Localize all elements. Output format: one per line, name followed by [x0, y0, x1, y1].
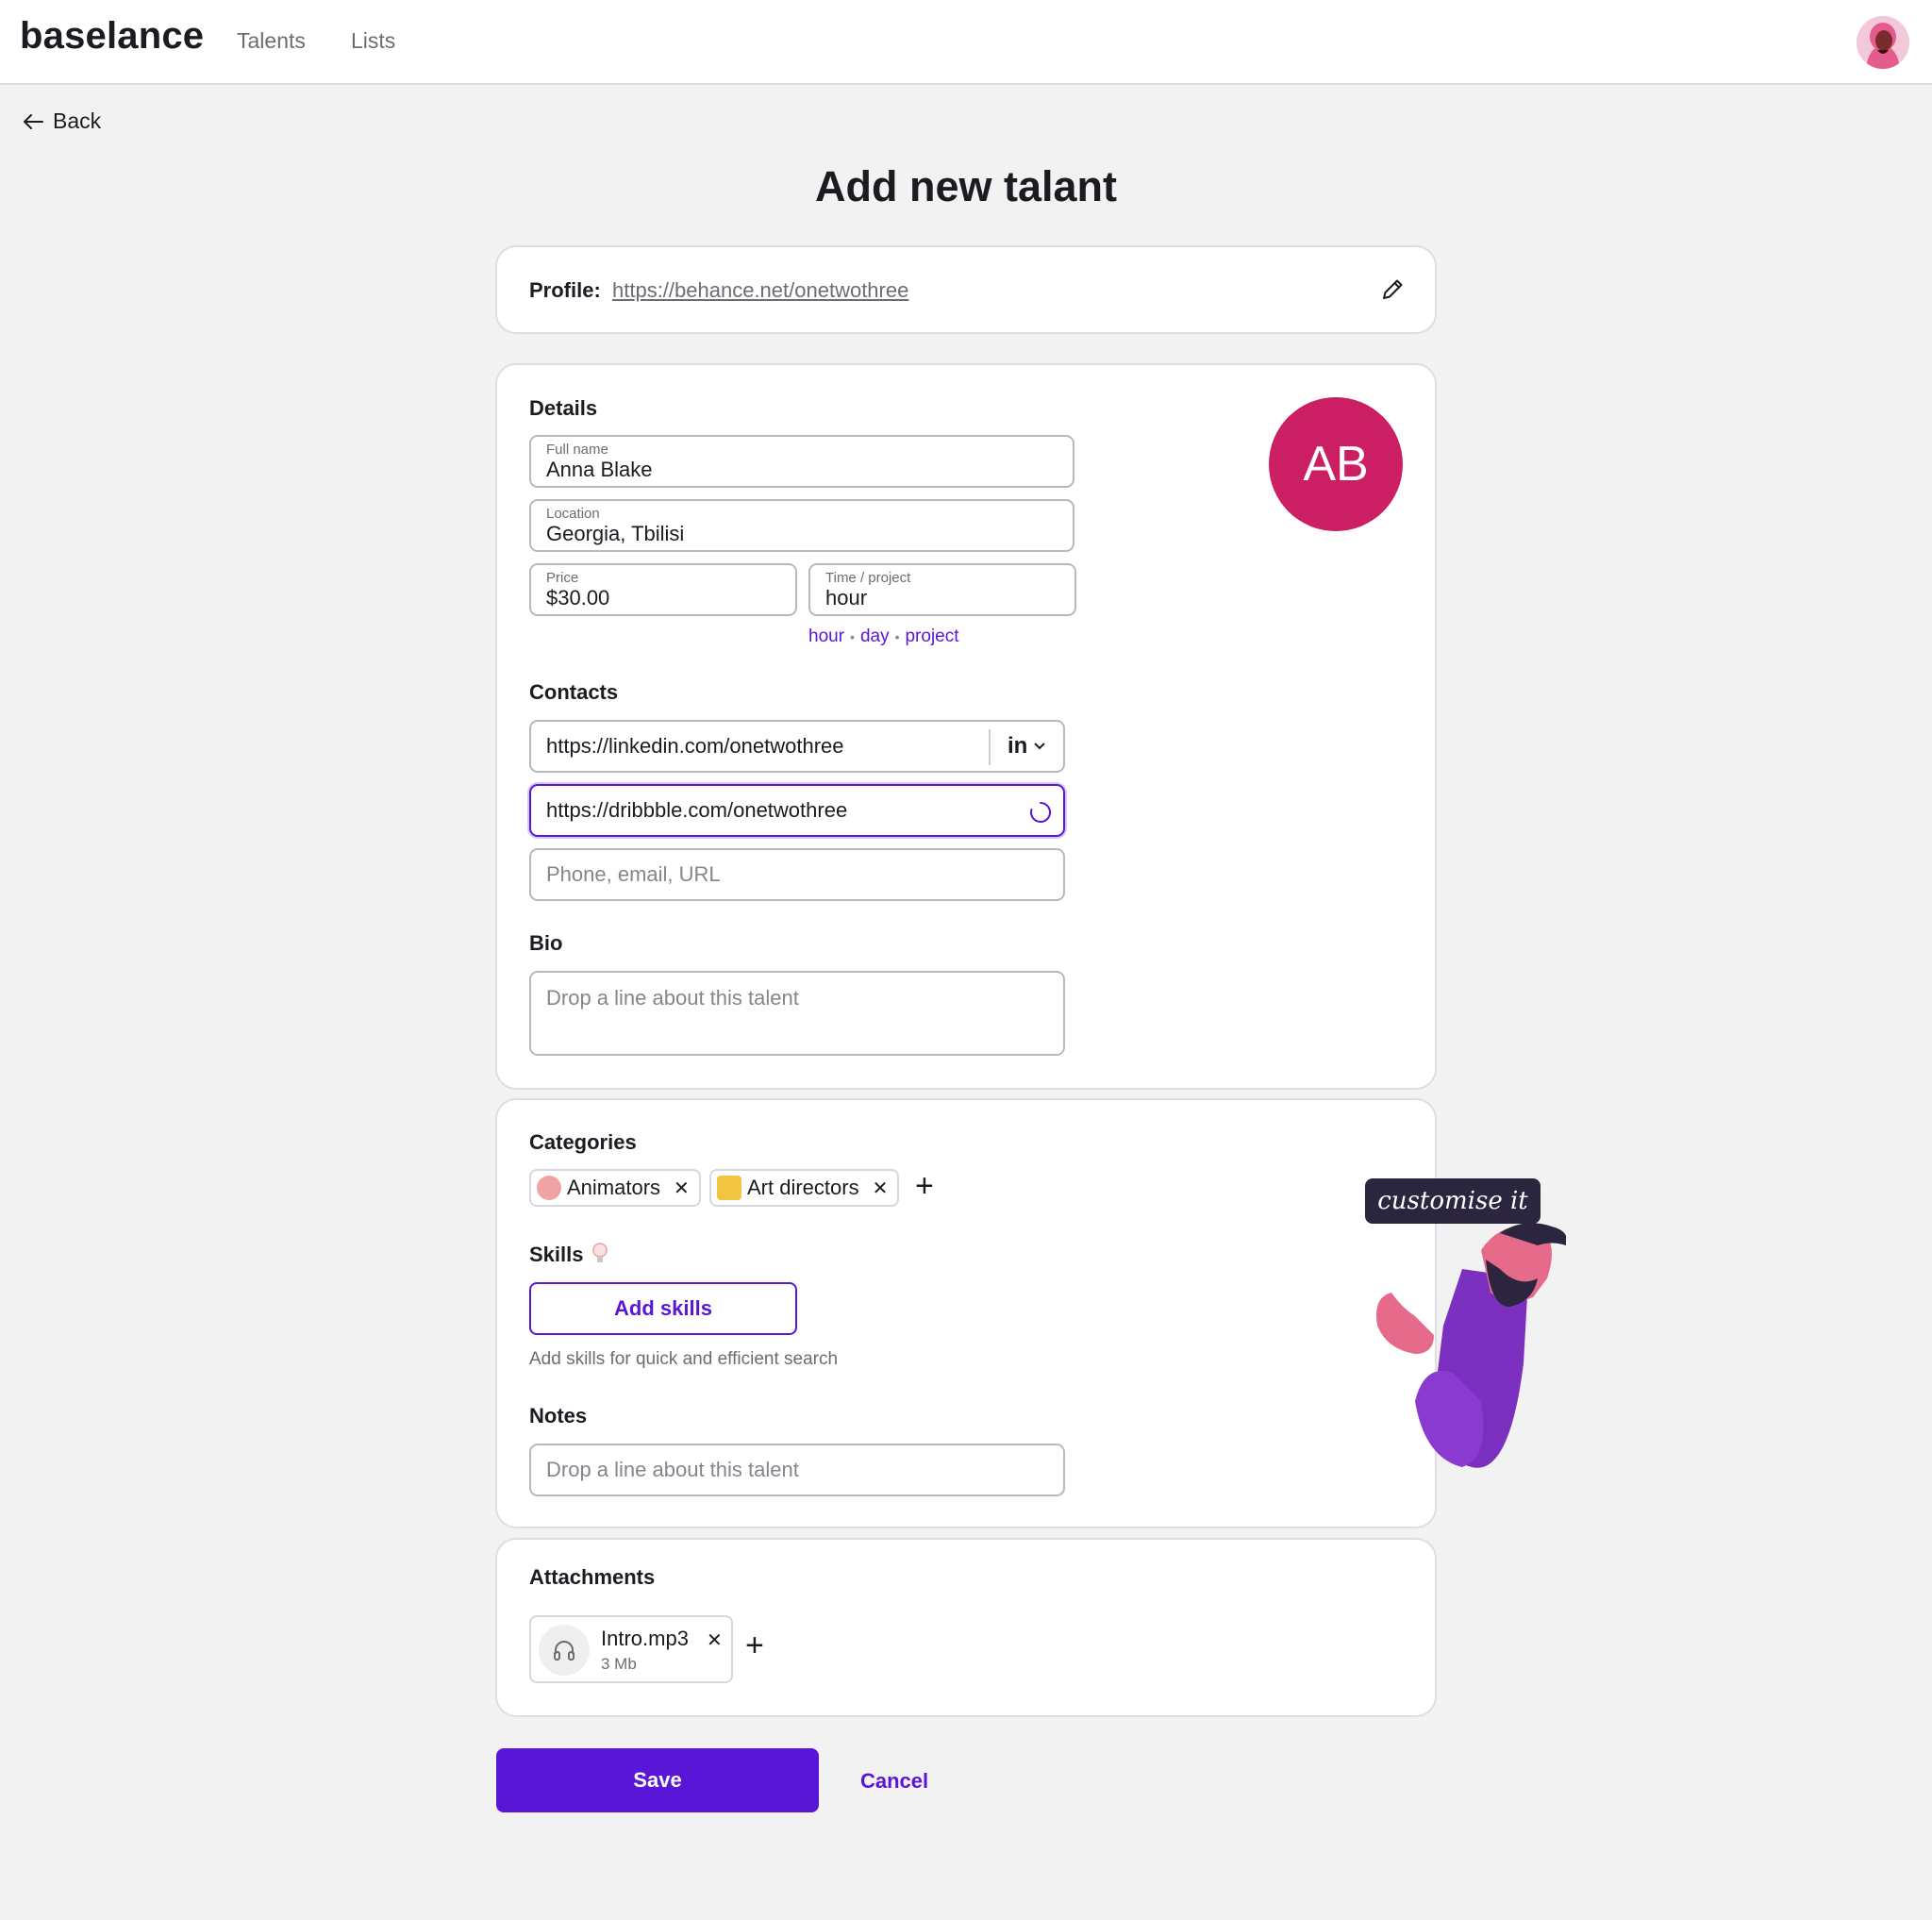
- time-option-hour[interactable]: hour: [808, 626, 844, 647]
- bio-textarea[interactable]: Drop a line about this talent: [529, 971, 1065, 1056]
- full-name-value: Anna Blake: [546, 458, 653, 481]
- notes-placeholder: Drop a line about this talent: [546, 1458, 799, 1481]
- chevron-down-icon: [1034, 743, 1046, 750]
- contact-field-dribbble[interactable]: https://dribbble.com/onetwothree: [529, 784, 1065, 837]
- contact-field-linkedin[interactable]: https://linkedin.com/onetwothree in: [529, 720, 1065, 773]
- details-title: Details: [529, 396, 598, 420]
- loading-spinner-icon: [1030, 801, 1052, 823]
- time-project-value: hour: [825, 586, 868, 609]
- attachment-item[interactable]: Intro.mp3 3 Mb ✕: [529, 1615, 733, 1683]
- contact-type-dropdown[interactable]: in: [1008, 722, 1046, 771]
- new-contact-placeholder: Phone, email, URL: [546, 862, 721, 886]
- speech-bubble: customise it: [1365, 1178, 1541, 1224]
- new-contact-input[interactable]: Phone, email, URL: [529, 848, 1065, 901]
- time-option-project[interactable]: project: [905, 626, 958, 647]
- bio-title: Bio: [529, 931, 563, 955]
- save-button[interactable]: Save: [496, 1748, 819, 1812]
- price-value: $30.00: [546, 586, 610, 609]
- time-project-field[interactable]: Time / project hour: [808, 563, 1076, 616]
- add-skills-button[interactable]: Add skills: [529, 1282, 797, 1335]
- notes-title: Notes: [529, 1404, 588, 1427]
- close-icon[interactable]: ✕: [873, 1177, 889, 1200]
- close-icon[interactable]: ✕: [707, 1628, 723, 1652]
- separator-dot: •: [894, 629, 900, 644]
- profile-label: Profile:: [529, 278, 601, 302]
- linkedin-icon: in: [1008, 733, 1028, 759]
- contacts-title: Contacts: [529, 680, 619, 704]
- contact-value-dribbble: https://dribbble.com/onetwothree: [546, 798, 848, 822]
- attachment-name: Intro.mp3: [601, 1627, 689, 1650]
- category-chip[interactable]: Art directors ✕: [709, 1169, 900, 1207]
- attachments-title: Attachments: [529, 1565, 656, 1589]
- category-chip-label: Animators: [567, 1176, 661, 1199]
- full-name-field[interactable]: Full name Anna Blake: [529, 435, 1074, 488]
- crown-emoji-icon: [717, 1176, 741, 1200]
- add-category-plus-icon[interactable]: +: [915, 1170, 934, 1202]
- back-label: Back: [53, 109, 102, 133]
- fist-emoji-icon: [537, 1176, 561, 1200]
- add-attachment-plus-icon[interactable]: +: [745, 1629, 764, 1661]
- location-value: Georgia, Tbilisi: [546, 522, 685, 545]
- profile-link[interactable]: https://behance.net/onetwothree: [612, 278, 908, 303]
- time-project-label: Time / project: [825, 570, 911, 586]
- arrow-left-icon: [24, 113, 43, 129]
- cancel-button[interactable]: Cancel: [860, 1769, 928, 1794]
- category-chip[interactable]: Animators ✕: [529, 1169, 701, 1207]
- divider: [989, 729, 991, 765]
- skills-hint: Add skills for quick and efficient searc…: [529, 1349, 839, 1369]
- skills-title: Skills: [529, 1243, 584, 1266]
- headphones-icon: [539, 1625, 590, 1676]
- profile-card: Profile: https://behance.net/onetwothree: [495, 245, 1437, 334]
- bio-placeholder: Drop a line about this talent: [546, 986, 799, 1010]
- nav-link-talents[interactable]: Talents: [237, 28, 306, 54]
- location-label: Location: [546, 506, 600, 522]
- categories-card: Categories Animators ✕ Art directors ✕ +…: [495, 1098, 1437, 1528]
- lightbulb-icon: [592, 1243, 608, 1262]
- user-avatar[interactable]: [1857, 16, 1909, 69]
- category-chip-label: Art directors: [747, 1176, 859, 1199]
- close-icon[interactable]: ✕: [674, 1177, 690, 1200]
- talent-avatar[interactable]: AB: [1269, 397, 1403, 531]
- full-name-label: Full name: [546, 442, 608, 458]
- location-field[interactable]: Location Georgia, Tbilisi: [529, 499, 1074, 552]
- details-card: Details Full name Anna Blake Location Ge…: [495, 363, 1437, 1090]
- price-field[interactable]: Price $30.00: [529, 563, 797, 616]
- time-option-day[interactable]: day: [860, 626, 890, 647]
- attachment-size: 3 Mb: [601, 1655, 637, 1673]
- page-title: Add new talant: [814, 162, 1117, 210]
- top-navigation-bar: baselance Talents Lists: [0, 0, 1932, 85]
- pencil-edit-icon[interactable]: [1378, 275, 1407, 304]
- app-logo[interactable]: baselance: [20, 15, 204, 58]
- nav-link-lists[interactable]: Lists: [351, 28, 395, 54]
- price-label: Price: [546, 570, 579, 586]
- categories-title: Categories: [529, 1130, 637, 1154]
- user-avatar-illustration-icon: [1857, 16, 1909, 69]
- contact-value-linkedin: https://linkedin.com/onetwothree: [546, 734, 844, 758]
- time-options: hour • day • project: [808, 626, 959, 647]
- attachments-card: Attachments Intro.mp3 3 Mb ✕ +: [495, 1538, 1437, 1717]
- notes-input[interactable]: Drop a line about this talent: [529, 1444, 1065, 1496]
- back-button[interactable]: Back: [23, 109, 101, 134]
- separator-dot: •: [850, 629, 855, 644]
